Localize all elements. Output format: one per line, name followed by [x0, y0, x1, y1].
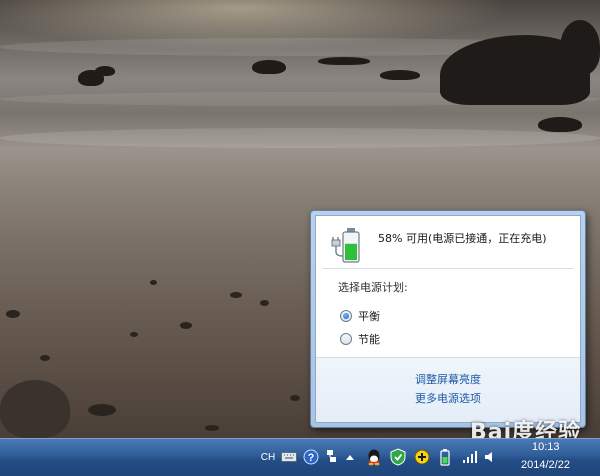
rock	[318, 57, 370, 65]
pebble	[205, 425, 219, 431]
pebble	[260, 300, 269, 306]
qq-icon[interactable]	[365, 448, 383, 466]
help-icon[interactable]: ?	[302, 448, 320, 466]
volume-icon[interactable]	[483, 448, 497, 466]
battery-status-text: 58% 可用(电源已接通，正在充电)	[378, 232, 547, 245]
rock	[560, 20, 600, 75]
pebble	[290, 395, 300, 401]
battery-flyout-body: 58% 可用(电源已接通，正在充电) 选择电源计划: 平衡 节能 调整屏幕亮度 …	[315, 215, 581, 423]
power-plan-heading: 选择电源计划:	[338, 281, 408, 294]
rock	[95, 66, 115, 76]
adjust-brightness-link[interactable]: 调整屏幕亮度	[316, 371, 580, 387]
network-icon[interactable]	[325, 448, 339, 466]
power-plan-saver-option[interactable]: 节能	[340, 331, 380, 347]
radio-button[interactable]	[340, 333, 352, 345]
pebble	[150, 280, 157, 285]
clock-date[interactable]: 2014/2/22	[521, 459, 570, 471]
add-icon[interactable]	[413, 448, 431, 466]
power-plan-balanced-option[interactable]: 平衡	[340, 308, 380, 324]
rock	[252, 60, 286, 74]
pebble	[88, 404, 116, 416]
pebble	[230, 292, 242, 298]
battery-charging-icon	[331, 228, 360, 263]
svg-text:?: ?	[308, 452, 315, 464]
show-hidden-icons-icon[interactable]	[343, 448, 357, 466]
clock-time[interactable]: 10:13	[532, 441, 560, 453]
signal-icon[interactable]	[461, 448, 479, 466]
power-plan-label: 节能	[358, 333, 380, 346]
battery-flyout: 58% 可用(电源已接通，正在充电) 选择电源计划: 平衡 节能 调整屏幕亮度 …	[310, 210, 586, 428]
radio-button-selected[interactable]	[340, 310, 352, 322]
battery-plug-icon[interactable]	[437, 448, 453, 466]
pebble	[130, 332, 138, 337]
keyboard-icon[interactable]	[281, 448, 297, 466]
pebble	[180, 322, 192, 329]
more-power-options-link[interactable]: 更多电源选项	[316, 390, 580, 406]
pebble	[40, 355, 50, 361]
rock	[538, 117, 582, 132]
pebble	[6, 310, 20, 318]
battery-status-area: 58% 可用(电源已接通，正在充电)	[316, 216, 580, 266]
rock	[0, 380, 70, 438]
security-shield-icon[interactable]	[389, 448, 407, 466]
wave-foam	[0, 128, 600, 148]
rock	[380, 70, 420, 80]
flyout-links-area: 调整屏幕亮度 更多电源选项	[316, 357, 580, 422]
taskbar: CH ? 10:13 2014/2/22	[0, 438, 600, 476]
divider	[322, 268, 574, 269]
power-plan-label: 平衡	[358, 310, 380, 323]
language-indicator[interactable]: CH	[259, 448, 277, 466]
